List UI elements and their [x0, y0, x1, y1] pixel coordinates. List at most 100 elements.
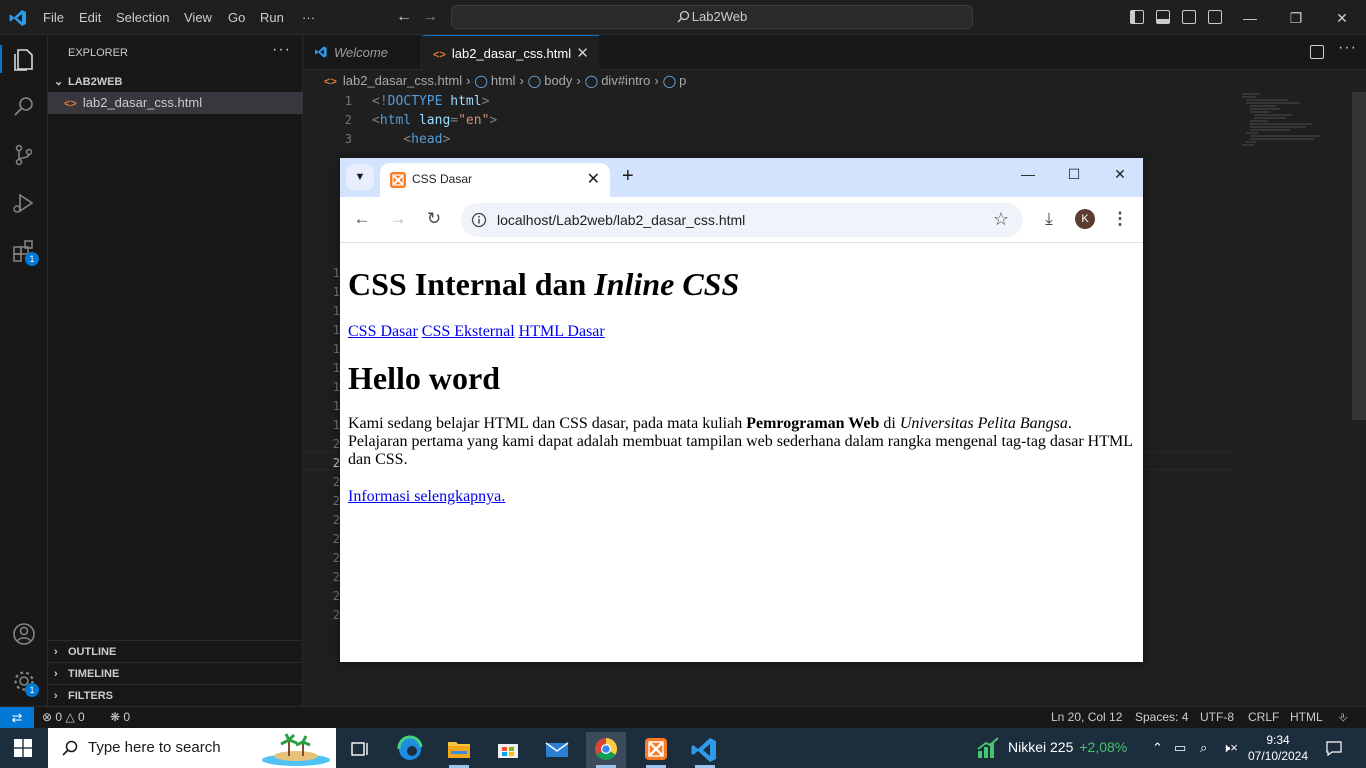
notification-icon[interactable]: [1326, 740, 1342, 756]
restore-icon[interactable]: ❐: [1286, 8, 1306, 28]
remote-indicator-icon[interactable]: ⇄: [0, 707, 34, 729]
bookmark-star-icon[interactable]: ☆: [993, 209, 1009, 230]
more-info-link[interactable]: Informasi selengkapnya.: [348, 488, 505, 505]
task-view-icon[interactable]: [340, 732, 380, 768]
menu-more[interactable]: ···: [302, 10, 315, 25]
battery-icon[interactable]: ▭: [1174, 740, 1186, 756]
menu-selection[interactable]: Selection: [116, 10, 169, 25]
breadcrumb-body[interactable]: body: [544, 73, 572, 88]
editor-scrollbar[interactable]: [1352, 92, 1366, 420]
vscode-icon[interactable]: [685, 732, 725, 768]
toggle-sidebar-icon[interactable]: [1130, 10, 1144, 24]
profile-avatar[interactable]: K: [1075, 209, 1095, 229]
menu-view[interactable]: View: [184, 10, 212, 25]
broadcast-icon: ❋: [110, 710, 121, 724]
split-editor-icon[interactable]: [1310, 45, 1324, 59]
command-center-search[interactable]: Lab2Web: [451, 5, 973, 29]
forward-arrow-icon[interactable]: →: [422, 8, 438, 26]
store-icon[interactable]: [488, 732, 528, 768]
stock-widget[interactable]: Nikkei 225 +2,08%: [1008, 739, 1127, 755]
chrome-window: ▼ CSS Dasar ✕ + — ☐ ✕ ← → ↻ localhost/La…: [340, 158, 1143, 662]
windows-start-icon[interactable]: [14, 739, 32, 757]
element-icon: ◯: [474, 74, 488, 88]
site-info-icon[interactable]: [471, 212, 487, 228]
search-icon[interactable]: [10, 93, 38, 121]
wifi-icon[interactable]: ⌕: [1200, 740, 1207, 756]
line-number: 2: [332, 494, 340, 508]
forward-arrow-icon[interactable]: →: [388, 209, 408, 229]
tab-welcome[interactable]: Welcome: [304, 35, 422, 70]
menu-kebab-icon[interactable]: ⋮: [1110, 209, 1130, 229]
minimize-icon[interactable]: —: [1240, 8, 1260, 28]
minimize-icon[interactable]: —: [1016, 166, 1040, 188]
menu-go[interactable]: Go: [228, 10, 245, 25]
new-tab-icon[interactable]: +: [622, 165, 634, 188]
stock-chart-icon[interactable]: [976, 737, 1000, 759]
explorer-title: EXPLORER: [68, 47, 128, 59]
encoding[interactable]: UTF-8: [1200, 707, 1234, 728]
xampp-icon[interactable]: [636, 732, 676, 768]
end-of-line[interactable]: CRLF: [1248, 707, 1279, 728]
editor-more-icon[interactable]: ···: [1338, 39, 1357, 57]
language-mode[interactable]: HTML: [1290, 707, 1323, 728]
section-filters-label: FILTERS: [68, 690, 114, 702]
vscode-logo-icon[interactable]: [8, 8, 28, 28]
section-filters[interactable]: › FILTERS: [48, 684, 303, 706]
address-bar[interactable]: localhost/Lab2web/lab2_dasar_css.html ☆: [461, 203, 1023, 237]
tab-search-icon[interactable]: ▼: [346, 164, 374, 190]
menu-edit[interactable]: Edit: [79, 10, 101, 25]
breadcrumb-file[interactable]: lab2_dasar_css.html: [343, 73, 462, 88]
back-arrow-icon[interactable]: ←: [396, 8, 412, 26]
nav-link-css-eksternal[interactable]: CSS Eksternal: [422, 323, 515, 340]
close-tab-icon[interactable]: ✕: [587, 169, 600, 189]
breadcrumb-p[interactable]: p: [679, 73, 686, 88]
chrome-tab[interactable]: CSS Dasar ✕: [380, 163, 610, 197]
explorer-more-button[interactable]: ···: [272, 41, 291, 59]
explorer-icon[interactable]: [10, 45, 38, 73]
source-control-icon[interactable]: [10, 141, 38, 169]
chrome-icon[interactable]: [586, 732, 626, 768]
section-timeline[interactable]: › TIMELINE: [48, 662, 303, 684]
bell-icon[interactable]: ⎀: [1338, 707, 1348, 728]
customize-layout-icon[interactable]: [1208, 10, 1222, 24]
run-debug-icon[interactable]: [10, 189, 38, 217]
url-text: localhost/Lab2web/lab2_dasar_css.html: [497, 212, 746, 228]
nav-link-html-dasar[interactable]: HTML Dasar: [519, 323, 605, 340]
close-icon[interactable]: ✕: [1108, 166, 1132, 188]
menu-run[interactable]: Run: [260, 10, 284, 25]
code-line: <!DOCTYPE html>: [372, 94, 490, 109]
toggle-panel-icon[interactable]: [1156, 10, 1170, 24]
nav-link-css-dasar[interactable]: CSS Dasar: [348, 323, 418, 340]
edge-icon[interactable]: [390, 732, 430, 768]
indentation[interactable]: Spaces: 4: [1135, 707, 1188, 728]
back-arrow-icon[interactable]: ←: [352, 209, 372, 229]
account-icon[interactable]: [10, 620, 38, 648]
close-tab-icon[interactable]: ✕: [576, 36, 589, 71]
taskbar-search[interactable]: Type here to search: [48, 728, 336, 768]
reload-icon[interactable]: ↻: [424, 209, 444, 229]
close-icon[interactable]: ✕: [1332, 8, 1352, 28]
breadcrumb-html[interactable]: html: [491, 73, 516, 88]
problems-indicator[interactable]: ⊗ 0 △ 0: [42, 707, 85, 728]
maximize-icon[interactable]: ☐: [1062, 166, 1086, 188]
section-outline[interactable]: › OUTLINE: [48, 640, 303, 662]
download-icon[interactable]: ⤓: [1039, 209, 1059, 229]
chevron-up-icon[interactable]: ⌃: [1152, 740, 1163, 756]
search-icon: [62, 740, 78, 756]
mail-icon[interactable]: [537, 732, 577, 768]
clock[interactable]: 9:34 07/10/2024: [1236, 732, 1320, 764]
folder-lab2web[interactable]: ⌄ LAB2WEB: [48, 71, 303, 93]
file-explorer-icon[interactable]: [439, 732, 479, 768]
tab-lab2-dasar-css[interactable]: <> lab2_dasar_css.html ✕: [423, 35, 599, 70]
cursor-position[interactable]: Ln 20, Col 12: [1051, 707, 1122, 728]
file-item[interactable]: <> lab2_dasar_css.html: [48, 92, 303, 114]
menu-file[interactable]: File: [43, 10, 64, 25]
intro-heading: Hello word: [348, 360, 500, 396]
minimap[interactable]: [1240, 92, 1330, 162]
para-part-1: Kami sedang belajar HTML dan CSS dasar, …: [348, 415, 747, 432]
ports-indicator[interactable]: ❋ 0: [110, 707, 130, 728]
line-number: 1: [332, 266, 340, 280]
breadcrumb-div[interactable]: div#intro: [601, 73, 650, 88]
toggle-secondary-sidebar-icon[interactable]: [1182, 10, 1196, 24]
file-label: lab2_dasar_css.html: [82, 95, 203, 110]
